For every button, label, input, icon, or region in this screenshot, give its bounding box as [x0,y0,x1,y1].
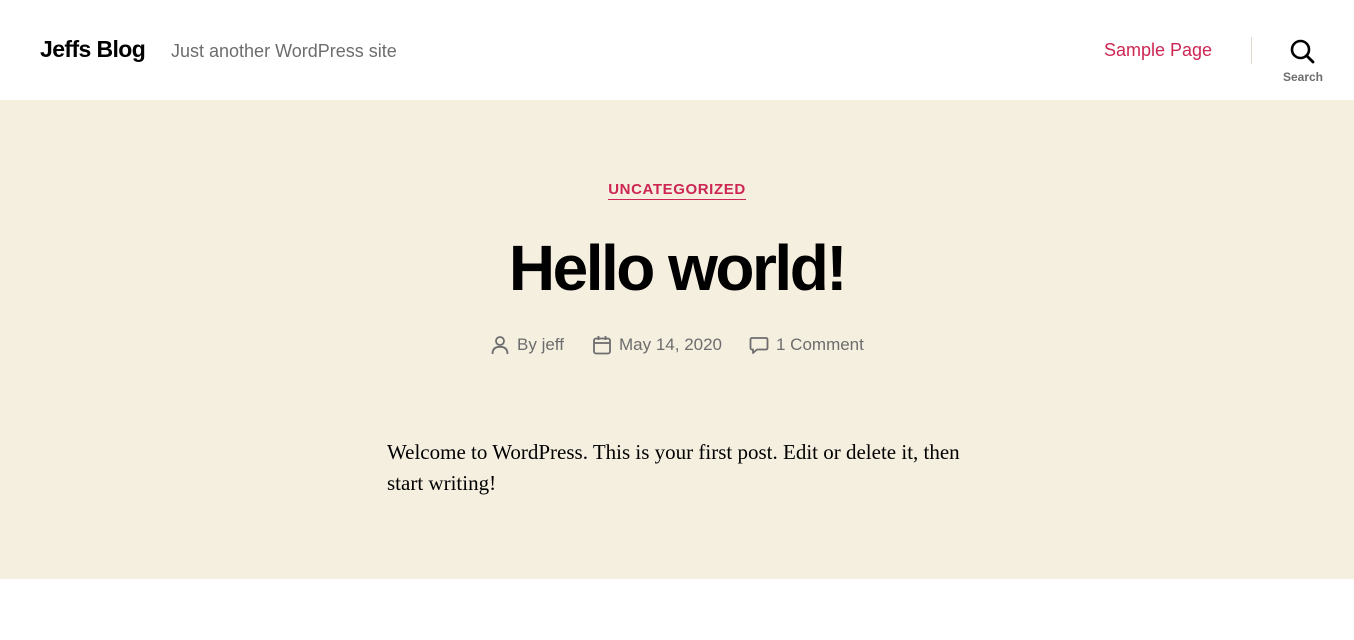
search-icon [1290,39,1315,64]
post-date: May 14, 2020 [591,334,722,356]
header-divider [1251,37,1252,64]
post-comments: 1 Comment [748,334,864,356]
category-link-uncategorized[interactable]: UNCATEGORIZED [608,181,746,200]
post-title: Hello world! [508,232,848,304]
search-label: Search [1282,70,1324,84]
post-meta: By jeff May 14, 2020 1 Comment [0,334,1354,356]
comments-link[interactable]: 1 Comment [776,335,864,355]
person-icon [491,336,509,355]
post-content: Welcome to WordPress. This is your first… [387,440,960,495]
site-title-link[interactable]: Jeffs Blog [40,36,146,63]
nav-link-sample-page[interactable]: Sample Page [1104,40,1212,61]
site-tagline: Just another WordPress site [171,41,397,61]
date-link[interactable]: May 14, 2020 [619,335,722,355]
post-author: By jeff [489,334,564,356]
calendar-icon [593,336,611,355]
author-link[interactable]: jeff [542,335,564,355]
comment-icon [749,337,769,354]
author-prefix: By [517,335,537,354]
post-category: UNCATEGORIZED [0,181,1354,200]
site-header: Jeffs Blog Just another WordPress site S… [0,0,1354,100]
search-toggle-button[interactable]: Search [1276,36,1330,88]
